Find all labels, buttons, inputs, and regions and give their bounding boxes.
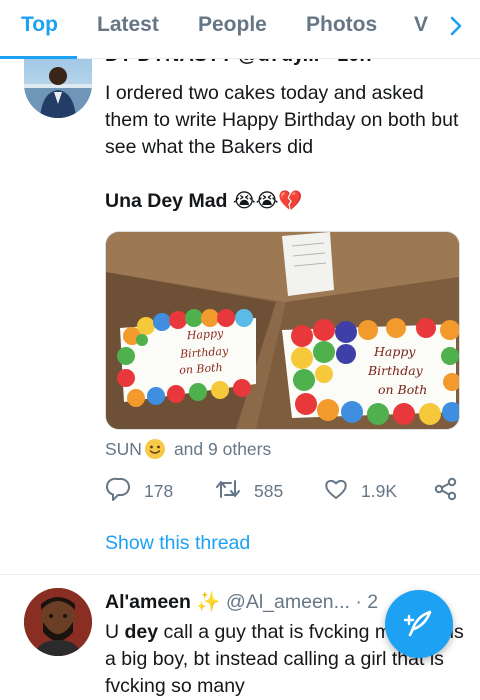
tab-people[interactable]: People: [198, 13, 267, 37]
like-count: 1.9K: [361, 481, 397, 501]
like-button[interactable]: 1.9K: [323, 476, 397, 507]
tweet2-text-part1: U: [105, 621, 125, 643]
tab-top[interactable]: Top: [21, 13, 58, 37]
share-button[interactable]: [433, 476, 459, 507]
compose-tweet-button[interactable]: [385, 590, 453, 658]
reply-count: 178: [144, 481, 174, 501]
tweet1-photo[interactable]: Happy Birthday on Both Happy Birthday on…: [105, 231, 460, 430]
liked-by-name: SUN: [105, 438, 142, 459]
search-tab-bar: Top Latest People Photos V: [0, 0, 480, 59]
tweet1-text: I ordered two cakes today and asked them…: [105, 82, 459, 158]
avatar[interactable]: [24, 56, 92, 118]
like-icon: [323, 476, 349, 507]
tweet2-handle: @Al_ameen... · 2: [226, 591, 379, 613]
tweet1-action-bar: 178 585 1.9K: [0, 476, 480, 508]
show-thread-link[interactable]: Show this thread: [105, 532, 250, 555]
tab-videos-partial[interactable]: V: [414, 13, 428, 37]
chevron-right-icon[interactable]: [441, 11, 471, 41]
share-icon: [433, 476, 459, 507]
tab-photos[interactable]: Photos: [306, 13, 377, 37]
retweet-icon: [214, 476, 242, 507]
cake-right-line2: Birthday: [367, 363, 424, 378]
tweet1-caption: Una Dey Mad 😭😭💔: [105, 190, 303, 212]
cake-right-line3: on Both: [378, 382, 427, 397]
reply-icon: [106, 476, 132, 507]
compose-icon: [402, 605, 436, 644]
tweet2-text-highlight: dey: [124, 621, 159, 643]
tweet2-header: Al'ameen ✨ @Al_ameen... · 2: [105, 590, 378, 614]
cake-right-line1: Happy: [373, 344, 416, 359]
tweet-divider: [0, 574, 480, 575]
liked-by-others: and 9 others: [173, 438, 272, 459]
liked-by-summary[interactable]: SUN and 9 others: [105, 438, 271, 460]
avatar[interactable]: [24, 588, 92, 656]
tweet2-display-name[interactable]: Al'ameen: [105, 591, 191, 613]
tab-latest[interactable]: Latest: [97, 13, 159, 37]
retweet-button[interactable]: 585: [214, 476, 283, 507]
smile-emoji-icon: [144, 438, 166, 460]
cake-left-line1: Happy: [185, 327, 224, 343]
sparkles-emoji-icon: ✨: [196, 591, 221, 613]
reply-button[interactable]: 178: [106, 476, 173, 507]
retweet-count: 585: [254, 481, 284, 501]
active-tab-indicator: [0, 56, 77, 59]
